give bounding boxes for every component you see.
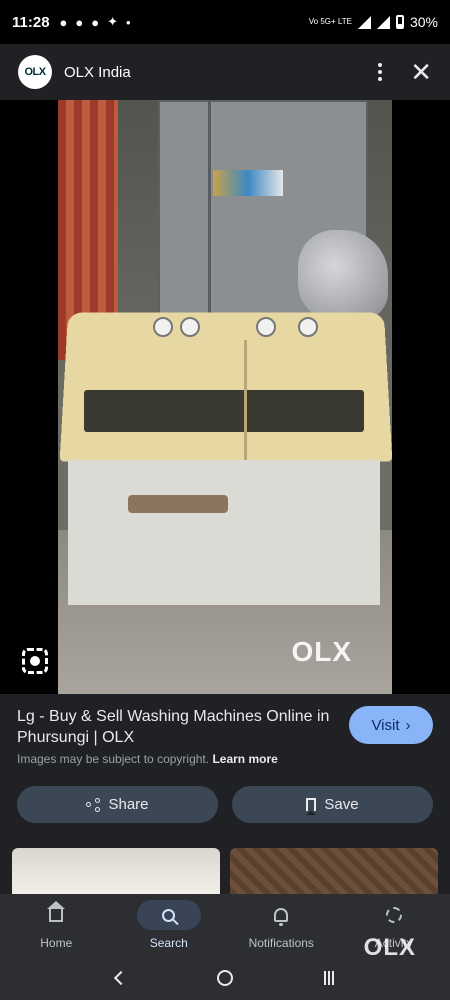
result-info: Lg - Buy & Sell Washing Machines Online … [17,706,337,748]
save-label: Save [324,796,359,813]
nav-notifications[interactable]: Notifications [225,894,338,956]
close-icon[interactable]: ✕ [410,59,432,85]
related-image-thumbnail[interactable] [12,848,220,894]
status-time: 11:28 [12,13,50,31]
washing-machine-lid-split [244,340,247,460]
related-image-thumbnail[interactable] [230,848,438,894]
bookmark-icon [306,798,317,815]
chevron-right-icon: › [405,716,411,734]
nav-search-label: Search [149,936,188,950]
visit-button[interactable]: Visit › [349,706,433,744]
status-bar: 11:28 ● ● ● ✦ • Vo 5G+ LTE 30% [0,0,450,44]
washing-machine-body [68,460,380,605]
google-lens-icon[interactable] [22,648,48,674]
signal-icon [357,15,371,29]
knob [180,317,200,337]
result-title[interactable]: Lg - Buy & Sell Washing Machines Online … [17,706,337,748]
image-preview: OLX [0,100,450,694]
washing-machine-lid [84,390,364,432]
nav-home[interactable]: Home [0,894,113,956]
product-photo[interactable]: OLX [58,100,392,694]
activity-icon [385,907,402,923]
recents-icon[interactable] [324,971,335,985]
snapchat-icon: ● [59,14,68,30]
battery-level: 30% [409,14,438,30]
chat-icon: ● [75,14,84,30]
signal-icon-2 [376,15,390,29]
network-label: Vo 5G+ LTE [308,17,352,26]
nav-notifications-label: Notifications [248,936,314,950]
related-images [0,848,450,894]
more-options-icon[interactable] [378,63,383,81]
copyright-notice: Images may be subject to copyright. Lear… [17,752,278,766]
notification-icons: ● ● ● ✦ • [60,14,131,30]
olx-logo: OLX [18,55,52,89]
olx-watermark: OLX [291,636,352,667]
rust-stain [128,495,228,513]
app-icon: ✦ [107,14,119,29]
share-button[interactable]: Share [17,786,218,823]
status-right: Vo 5G+ LTE 30% [309,14,438,30]
copyright-text: Images may be subject to copyright. [17,752,210,766]
search-icon [162,908,176,922]
whatsapp-icon: ● [91,14,100,30]
save-button[interactable]: Save [232,786,433,823]
home-icon [47,901,66,922]
knob [256,317,276,337]
header-actions: ✕ [378,59,432,85]
washing-machine-top [59,312,392,462]
nav-search[interactable]: Search [113,894,226,956]
photo-cabinet-line [208,100,211,315]
knob [298,317,318,337]
battery-icon [395,15,404,29]
visit-label: Visit [371,716,400,734]
action-row: Share Save [17,786,433,823]
share-label: Share [108,796,149,813]
learn-more-link[interactable]: Learn more [212,752,277,766]
bell-icon [274,908,289,926]
more-notifications-icon: • [126,14,131,30]
page-title: OLX India [64,63,131,81]
back-icon[interactable] [113,970,128,986]
app-header: OLX OLX India ✕ [0,44,450,100]
home-button-icon[interactable] [216,970,233,986]
knob [153,317,173,337]
photo-stickers [213,170,283,196]
nav-home-label: Home [40,936,73,950]
system-nav [0,956,450,1000]
share-icon [86,797,101,812]
photo-cloth [298,230,388,320]
